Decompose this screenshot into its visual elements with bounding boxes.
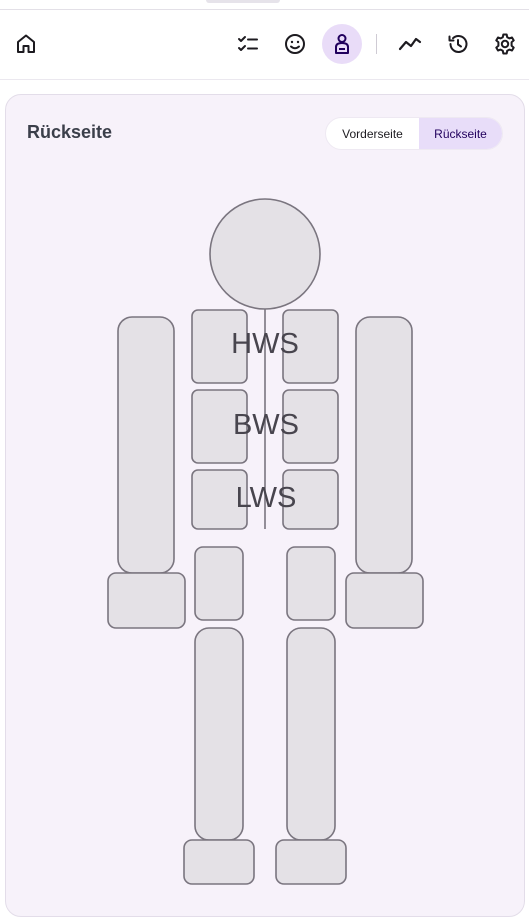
right-hip[interactable]	[286, 546, 336, 621]
body-figure: HWS BWS LWS	[107, 198, 424, 885]
right-hand[interactable]	[345, 572, 424, 629]
left-arm[interactable]	[117, 316, 175, 574]
right-leg[interactable]	[286, 627, 336, 841]
head[interactable]	[209, 198, 321, 310]
region-label-hws[interactable]: HWS	[231, 328, 299, 360]
left-hand[interactable]	[107, 572, 186, 629]
region-label-bws[interactable]: BWS	[233, 409, 299, 441]
left-leg[interactable]	[194, 627, 244, 841]
right-arm[interactable]	[355, 316, 413, 574]
left-hip[interactable]	[194, 546, 244, 621]
right-foot[interactable]	[275, 839, 347, 885]
left-foot[interactable]	[183, 839, 255, 885]
region-label-lws[interactable]: LWS	[236, 482, 297, 514]
